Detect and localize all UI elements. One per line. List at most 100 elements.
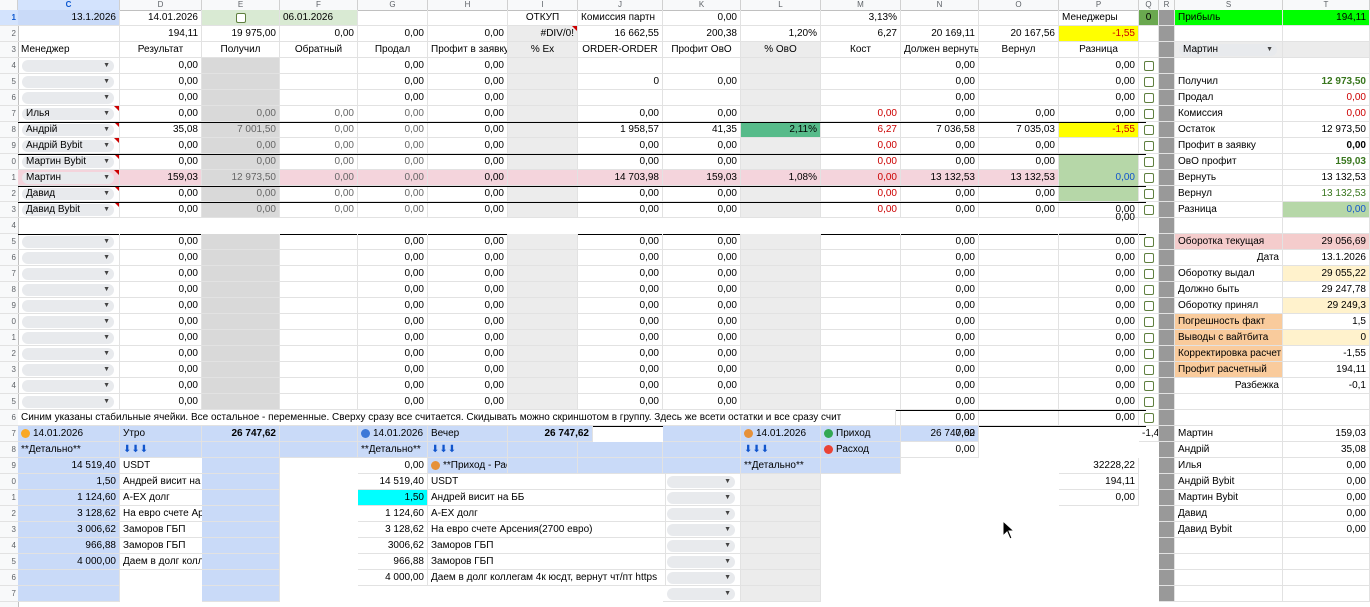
cell-o0[interactable] [979, 10, 1059, 26]
cell-r3[interactable] [1159, 58, 1175, 74]
evening-item-label[interactable]: На евро счете Арсения(2700 евро) [428, 522, 666, 538]
cell-d9[interactable]: 0,00 [120, 154, 202, 170]
cell-n16[interactable]: 0,00 [901, 266, 979, 282]
summary-label[interactable]: Андрій [1175, 442, 1283, 458]
cell-n12[interactable]: 0,00 [901, 202, 979, 218]
checkbox-icon[interactable] [1144, 109, 1154, 119]
shift-dropdown[interactable]: ▼ [667, 556, 735, 568]
header-d[interactable]: Результат [120, 42, 202, 58]
cell-l22[interactable] [741, 362, 821, 378]
row-header[interactable]: 4 [0, 538, 18, 554]
turnover-value[interactable]: 194,11 [1283, 362, 1370, 378]
cell-f8[interactable]: 0,00 [280, 138, 358, 154]
cell-i27[interactable] [508, 442, 578, 458]
cell-r15[interactable] [1159, 250, 1175, 266]
cell-r6[interactable] [1159, 106, 1175, 122]
shift-dropdown[interactable]: ▼ [667, 476, 735, 488]
cell-j7[interactable]: 1 958,57 [578, 122, 663, 138]
cell-e17[interactable] [202, 282, 280, 298]
morning-item-value[interactable]: 3 128,62 [18, 506, 120, 522]
cell-k18[interactable]: 0,00 [663, 298, 741, 314]
cell-m16[interactable] [821, 266, 901, 282]
cell-g21[interactable]: 0,00 [358, 346, 428, 362]
cell-l14[interactable] [741, 234, 821, 250]
checkbox-icon[interactable] [1144, 77, 1154, 87]
cell-t35[interactable] [1283, 570, 1370, 586]
checkbox-icon[interactable] [1144, 157, 1154, 167]
cell-d11[interactable]: 0,00 [120, 186, 202, 202]
cell-t33[interactable] [1283, 538, 1370, 554]
cell-f6[interactable]: 0,00 [280, 106, 358, 122]
cell-m28[interactable] [821, 458, 901, 474]
header-c[interactable]: Менеджер [18, 42, 120, 58]
cell-k3[interactable] [663, 58, 741, 74]
cell-o24[interactable] [979, 394, 1059, 410]
manager-dropdown[interactable]: Илья ▼ [22, 108, 114, 120]
row-header[interactable]: 8 [0, 442, 18, 458]
stat-value[interactable]: 0,00 [1283, 202, 1370, 218]
turnover-label[interactable]: Выводы с вайтбита [1175, 330, 1283, 346]
manager-dropdown[interactable]: ▼ [22, 348, 114, 360]
manager-dropdown[interactable]: ▼ [22, 380, 114, 392]
cell-m10[interactable]: 0,00 [821, 170, 901, 186]
cell-j23[interactable]: 0,00 [578, 378, 663, 394]
cell-f4[interactable] [280, 74, 358, 90]
cell-k4[interactable]: 0,00 [663, 74, 741, 90]
stat-value[interactable]: 0,00 [1283, 138, 1370, 154]
turnover-label[interactable]: Оборотку принял [1175, 298, 1283, 314]
summary-value[interactable]: 0,00 [1283, 458, 1370, 474]
cell-r36[interactable] [1159, 586, 1175, 602]
evening-item-label[interactable]: A-EX долг [428, 506, 666, 522]
cell-j3[interactable] [578, 58, 663, 74]
cell-l31[interactable] [741, 506, 821, 522]
header-p[interactable]: Разница [1059, 42, 1139, 58]
stat-label[interactable]: Вернул [1175, 186, 1283, 202]
total-k[interactable]: 200,38 [663, 26, 741, 42]
cell-p4[interactable]: 0,00 [1059, 74, 1139, 90]
cell-h12[interactable]: 0,00 [428, 202, 508, 218]
turnover-value[interactable]: -1,55 [1283, 346, 1370, 362]
cell-j12[interactable]: 0,00 [578, 202, 663, 218]
cell-i14[interactable] [508, 234, 578, 250]
cell-p6[interactable]: 0,00 [1059, 106, 1139, 122]
row-header[interactable]: 7 [0, 266, 18, 282]
row-header[interactable]: 5 [0, 234, 18, 250]
cell-k10[interactable]: 159,03 [663, 170, 741, 186]
cell-m8[interactable]: 0,00 [821, 138, 901, 154]
cell-j22[interactable]: 0,00 [578, 362, 663, 378]
cell-g7[interactable]: 0,00 [358, 122, 428, 138]
cell-n0[interactable] [901, 10, 979, 26]
cell-p8[interactable] [1059, 138, 1139, 154]
cell-n24[interactable]: 0,00 [901, 394, 979, 410]
row-header[interactable]: 8 [0, 282, 18, 298]
cell-g0[interactable] [358, 10, 428, 26]
checkbox-icon[interactable] [1144, 413, 1154, 423]
turnover-label[interactable]: Дата [1175, 250, 1283, 266]
header-g[interactable]: Продал [358, 42, 428, 58]
cell-m22[interactable] [821, 362, 901, 378]
stat-label[interactable]: Разница [1175, 202, 1283, 218]
n27-value[interactable]: 26 747,62 [901, 426, 979, 442]
cell-o3[interactable] [979, 58, 1059, 74]
cell-j9[interactable]: 0,00 [578, 154, 663, 170]
cell-i8[interactable] [508, 138, 578, 154]
cell-m17[interactable] [821, 282, 901, 298]
cell-f22[interactable] [280, 362, 358, 378]
summary-label[interactable]: Мартин [1175, 426, 1283, 442]
cell-r5[interactable] [1159, 90, 1175, 106]
cell-e19[interactable] [202, 314, 280, 330]
column-header-j[interactable]: J [578, 0, 663, 10]
cell-p14[interactable]: 0,00 [1059, 234, 1139, 250]
row-header[interactable]: 9 [0, 458, 18, 474]
cell-i12[interactable] [508, 202, 578, 218]
row-header[interactable]: 1 [0, 10, 18, 26]
cell-h24[interactable]: 0,00 [428, 394, 508, 410]
row-header[interactable]: 5 [0, 74, 18, 90]
cell-k6[interactable]: 0,00 [663, 106, 741, 122]
cell-g16[interactable]: 0,00 [358, 266, 428, 282]
cell-n21[interactable]: 0,00 [901, 346, 979, 362]
checkbox-icon[interactable] [1144, 61, 1154, 71]
cell-f11[interactable]: 0,00 [280, 186, 358, 202]
checkbox-icon[interactable] [1144, 253, 1154, 263]
cell-e33[interactable] [202, 538, 280, 554]
